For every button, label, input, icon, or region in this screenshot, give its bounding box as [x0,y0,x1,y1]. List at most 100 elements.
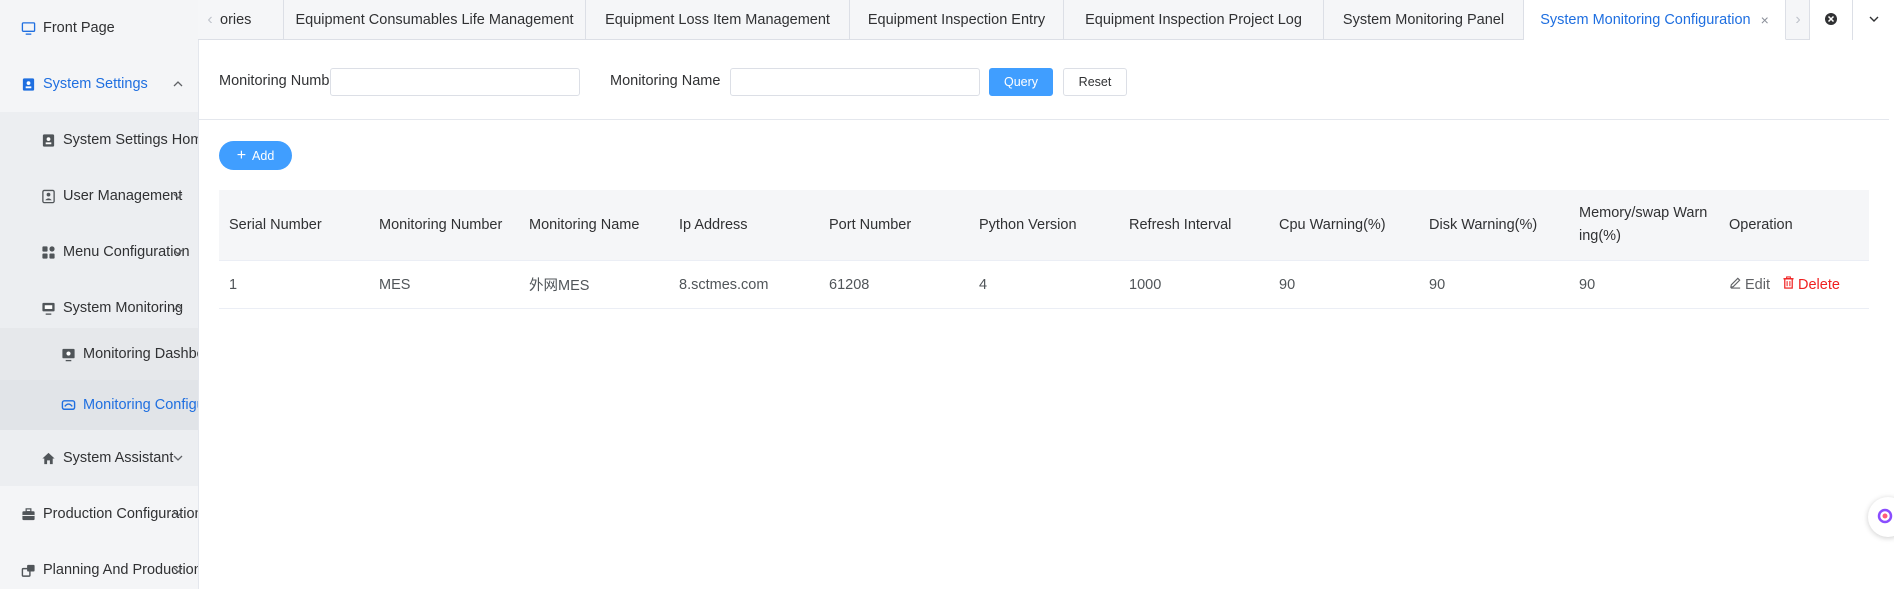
chevron-down-icon [1868,12,1880,28]
chevron-down-icon [172,452,184,464]
edit-button[interactable]: Edit [1729,276,1770,293]
tab-label: Equipment Inspection Project Log [1085,12,1302,28]
close-circle-icon [1824,12,1838,29]
delete-label: Delete [1798,276,1840,293]
edit-icon [1729,276,1745,293]
chevron-up-icon [172,302,184,314]
cell-disk-warning: 90 [1429,276,1446,293]
house-icon [40,450,56,466]
sidebar-item-production-configuration[interactable]: Production Configuration [0,486,198,542]
sidebar-item-monitoring-configuration[interactable]: Monitoring Configuration [0,380,198,430]
monitoring-number-input[interactable] [330,68,580,96]
assistant-logo-icon [1877,508,1893,527]
header-ip-address: Ip Address [679,216,748,233]
tab-label: Equipment Loss Item Management [605,12,830,28]
tab-label: Equipment Inspection Entry [867,12,1046,28]
sidebar-item-label: User Management [63,188,183,204]
header-cpu-warning: Cpu Warning(%) [1279,216,1386,233]
dashboard-icon [60,346,76,362]
cell-operation: Edit Delete [1719,261,1869,308]
chevron-down-icon [172,246,184,258]
plus-icon: + [236,146,247,164]
cell-python-version: 4 [979,276,988,293]
cell-monitoring-number: MES [379,276,411,293]
chevron-down-icon [172,508,184,520]
tab-tools [1809,0,1894,40]
cell-monitoring-name: 外网MES [529,278,590,294]
config-icon [60,397,76,413]
tab-categories[interactable]: ories [208,0,284,40]
sidebar-item-label: System Settings Home [63,132,198,148]
close-icon[interactable]: × [1761,12,1769,28]
sidebar-item-front-page[interactable]: Front Page [0,0,198,56]
header-disk-warning: Disk Warning(%) [1429,216,1538,233]
trash-icon [1782,276,1798,293]
header-memory-warning: Memory/swap Warning(%) [1579,205,1708,244]
cell-serial-number: 1 [229,276,238,293]
sidebar-item-label: Monitoring Configuration [83,397,198,413]
table-header: Serial Number Monitoring Number Monitori… [219,190,1869,261]
sidebar-item-menu-configuration[interactable]: Menu Configuration [0,224,198,280]
search-bar: Monitoring Number Monitoring Name Query … [199,40,1889,120]
monitoring-name-label: Monitoring Name [610,73,721,89]
cell-memory-warning: 90 [1579,276,1596,293]
grid-icon [40,244,56,260]
sidebar-item-label: System Monitoring [63,300,184,316]
sidebar-item-label: Menu Configuration [63,244,190,260]
sidebar-item-system-settings[interactable]: System Settings [0,56,198,112]
sidebar: Front Page System Settings System Settin… [0,0,198,589]
sidebar-item-user-management[interactable]: User Management [0,168,198,224]
add-button[interactable]: + Add [219,141,292,170]
tab-label: Equipment Consumables Life Management [295,12,574,28]
main-content: Monitoring Number Monitoring Name Query … [198,40,1894,589]
chevron-down-icon [172,190,184,202]
close-all-tabs-button[interactable] [1810,0,1852,40]
chevron-up-icon [172,78,184,90]
tab-equipment-loss-item-management[interactable]: Equipment Loss Item Management [586,0,850,40]
sidebar-item-monitoring-dashboard[interactable]: Monitoring Dashboard [0,328,198,380]
chevron-down-icon [172,564,184,576]
tab-equipment-consumables-life-management[interactable]: Equipment Consumables Life Management [284,0,586,40]
tab-scroll-right-icon[interactable]: › [1786,0,1810,40]
header-serial-number: Serial Number [229,216,322,233]
tab-label: ories [220,12,252,28]
tab-bar: ‹ ories Equipment Consumables Life Manag… [198,0,1894,40]
header-port-number: Port Number [829,216,912,233]
sidebar-item-system-assistant[interactable]: System Assistant [0,430,198,486]
add-button-label: Add [252,148,275,163]
query-button[interactable]: Query [989,68,1053,96]
monitoring-number-label: Monitoring Number [219,73,343,89]
cell-cpu-warning: 90 [1279,276,1296,293]
edit-label: Edit [1745,276,1770,293]
header-python-version: Python Version [979,216,1077,233]
sidebar-item-label: Monitoring Dashboard [83,346,198,362]
sidebar-item-planning-and-production[interactable]: Planning And Production [0,542,198,589]
header-refresh-interval: Refresh Interval [1129,216,1232,233]
settings-icon [20,76,36,92]
tab-system-monitoring-panel[interactable]: System Monitoring Panel [1324,0,1524,40]
sidebar-item-label: Front Page [43,20,115,36]
tab-system-monitoring-configuration[interactable]: System Monitoring Configuration × [1524,0,1786,40]
tab-label: System Monitoring Configuration [1540,11,1751,28]
user-icon [40,188,56,204]
monitoring-table: Serial Number Monitoring Number Monitori… [219,190,1869,309]
reset-button[interactable]: Reset [1063,68,1127,96]
delete-button[interactable]: Delete [1782,276,1840,293]
monitor-icon [20,20,36,36]
screen-icon [40,300,56,316]
cell-port-number: 61208 [829,276,870,293]
briefcase-icon [20,506,36,522]
tab-menu-button[interactable] [1852,0,1894,40]
sidebar-item-system-settings-home[interactable]: System Settings Home [0,112,198,168]
windows-icon [20,562,36,578]
header-monitoring-number: Monitoring Number [379,216,503,233]
home-settings-icon [40,132,56,148]
cell-ip-address: 8.sctmes.com [679,276,769,293]
cell-refresh-interval: 1000 [1129,276,1162,293]
header-monitoring-name: Monitoring Name [529,216,640,233]
tab-equipment-inspection-entry[interactable]: Equipment Inspection Entry [850,0,1064,40]
monitoring-name-input[interactable] [730,68,980,96]
table-row: 1 MES 外网MES 8.sctmes.com 61208 4 1000 90… [219,261,1869,309]
tab-equipment-inspection-project-log[interactable]: Equipment Inspection Project Log [1064,0,1324,40]
header-operation: Operation [1729,216,1793,233]
